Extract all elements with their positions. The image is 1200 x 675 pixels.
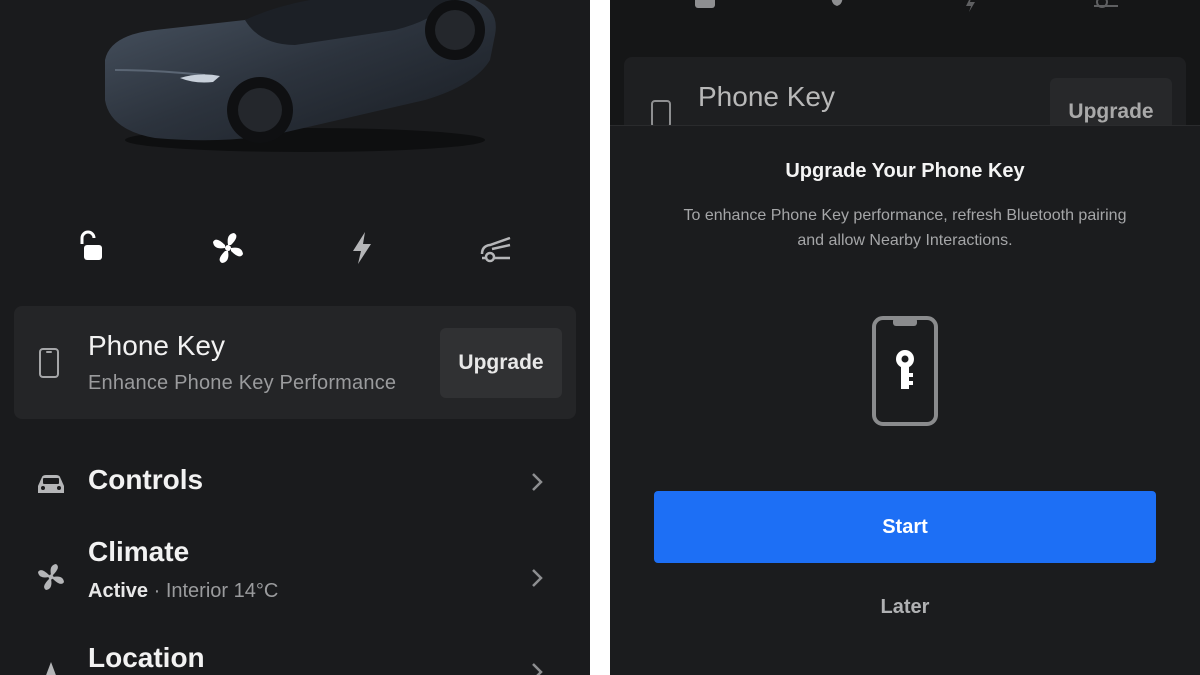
quick-actions-bar [0, 223, 590, 273]
phone-key-title: Phone Key [88, 330, 225, 361]
charge-icon [966, 0, 975, 12]
phone-key-icon [872, 316, 938, 426]
car-icon [38, 475, 64, 493]
phone-icon [39, 348, 59, 378]
left-screen: Phone Key Enhance Phone Key Performance … [0, 0, 590, 675]
climate-status: Active · Interior 14°C [88, 580, 278, 603]
location-arrow-icon [46, 662, 56, 675]
fan-icon [831, 0, 843, 6]
chevron-right-icon [532, 473, 543, 491]
climate-separator: · [148, 580, 166, 602]
phone-key-card[interactable]: Phone Key Enhance Phone Key Performance … [14, 306, 576, 419]
upgrade-button[interactable]: Upgrade [440, 328, 562, 398]
menu-item-controls[interactable]: Controls [0, 450, 590, 520]
sheet-title: Upgrade Your Phone Key [785, 160, 1025, 182]
menu-item-location[interactable]: Location [0, 630, 590, 675]
quick-actions-bar-dimmed [610, 0, 1200, 30]
menu-item-climate[interactable]: Climate Active · Interior 14°C [0, 530, 590, 620]
later-button[interactable]: Later [855, 590, 955, 624]
lock-icon [695, 0, 715, 8]
right-screen: Phone Key Upgrade Upgrade Your Phone Key… [610, 0, 1200, 675]
unlock-icon[interactable] [66, 223, 116, 273]
frunk-icon[interactable] [471, 223, 521, 273]
climate-label: Climate [88, 536, 190, 567]
frunk-icon [1094, 0, 1118, 8]
fan-icon [38, 564, 64, 590]
phone-key-title-dimmed: Phone Key [698, 81, 835, 112]
fan-icon[interactable] [203, 223, 253, 273]
location-label: Location [88, 642, 205, 673]
car-image [105, 0, 496, 152]
upgrade-phone-key-sheet: Upgrade Your Phone Key To enhance Phone … [610, 125, 1200, 675]
chevron-right-icon [532, 663, 543, 675]
climate-interior-temp: Interior 14°C [165, 580, 279, 602]
chevron-right-icon [532, 569, 543, 587]
start-button[interactable]: Start [654, 491, 1156, 563]
phone-icon [651, 100, 671, 127]
phone-key-subtitle: Enhance Phone Key Performance [88, 372, 397, 394]
controls-label: Controls [88, 464, 204, 495]
charge-icon[interactable] [337, 223, 387, 273]
sheet-description: To enhance Phone Key performance, refres… [683, 207, 1127, 249]
climate-active-text: Active [88, 580, 149, 602]
